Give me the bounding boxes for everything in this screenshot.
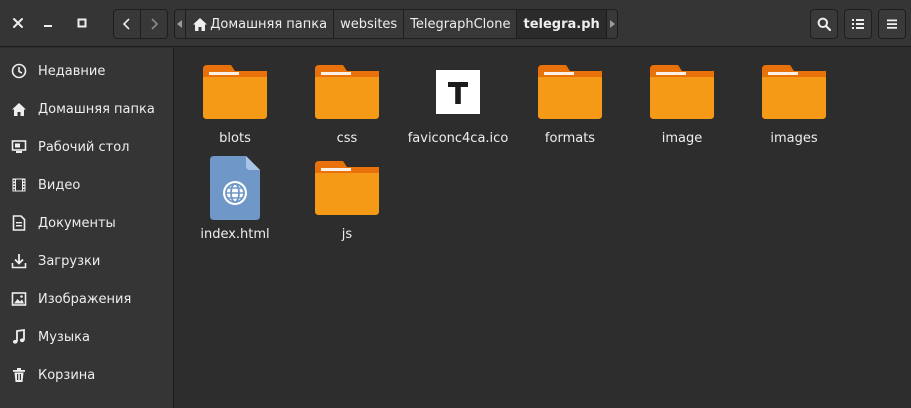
- crumb-label: telegra.ph: [523, 16, 600, 32]
- sidebar-item-label: Загрузки: [38, 253, 101, 269]
- sidebar-item-label: Домашняя папка: [38, 101, 155, 117]
- file-name: blots: [219, 131, 251, 146]
- crumb-home[interactable]: Домашняя папка: [185, 10, 333, 38]
- path-scroll-left-button[interactable]: [175, 10, 185, 38]
- folder-icon: [315, 60, 379, 124]
- sidebar-item-desktop[interactable]: Рабочий стол: [0, 128, 173, 166]
- crumb-telegraphclone[interactable]: TelegraphClone: [403, 10, 516, 38]
- crumb-current[interactable]: telegra.ph: [516, 10, 607, 38]
- file-name: css: [336, 131, 358, 146]
- folder-icon: [762, 60, 826, 124]
- navigation-buttons: [113, 9, 168, 39]
- sidebar-item-music[interactable]: Музыка: [0, 318, 173, 356]
- file-name: images: [770, 131, 818, 146]
- file-name: image: [661, 131, 703, 146]
- video-icon: [0, 177, 38, 193]
- file-name: formats: [544, 131, 596, 146]
- search-icon: [817, 17, 831, 31]
- folder-icon: [538, 60, 602, 124]
- triangle-right-icon: [609, 20, 615, 28]
- maximize-button[interactable]: [69, 10, 95, 36]
- documents-icon: [0, 215, 38, 231]
- minimize-button[interactable]: [35, 10, 61, 36]
- sidebar-item-label: Корзина: [38, 367, 96, 383]
- maximize-icon: [77, 18, 87, 28]
- pictures-icon: [0, 291, 38, 307]
- file-item-images[interactable]: images: [735, 60, 853, 156]
- file-name: faviconc4ca.ico: [407, 131, 509, 146]
- trash-icon: [0, 367, 38, 383]
- menu-button[interactable]: [878, 9, 906, 39]
- file-item-js[interactable]: js: [288, 156, 406, 252]
- folder-icon: [203, 60, 267, 124]
- hamburger-menu-icon: [887, 19, 897, 29]
- sidebar-item-pictures[interactable]: Изображения: [0, 280, 173, 318]
- chevron-right-icon: [151, 18, 159, 30]
- recent-icon: [0, 63, 38, 79]
- sidebar-item-downloads[interactable]: Загрузки: [0, 242, 173, 280]
- sidebar-item-recent[interactable]: Недавние: [0, 52, 173, 90]
- file-item-image[interactable]: image: [623, 60, 741, 156]
- view-list-button[interactable]: [844, 9, 872, 39]
- path-scroll-right-button[interactable]: [607, 10, 617, 38]
- sidebar-item-label: Недавние: [38, 63, 106, 79]
- file-name: index.html: [200, 227, 270, 242]
- forward-button[interactable]: [140, 10, 167, 38]
- sidebar-item-label: Изображения: [38, 291, 132, 307]
- telegraph-t-icon: [426, 60, 490, 124]
- crumb-label: TelegraphClone: [410, 16, 511, 32]
- minimize-icon: [44, 25, 52, 27]
- sidebar-item-video[interactable]: Видео: [0, 166, 173, 204]
- sidebar-item-home[interactable]: Домашняя папка: [0, 90, 173, 128]
- home-icon: [0, 102, 38, 117]
- html-document-icon: [203, 156, 267, 220]
- sidebar-item-trash[interactable]: Корзина: [0, 356, 173, 394]
- list-view-icon: [852, 19, 864, 29]
- sidebar-item-documents[interactable]: Документы: [0, 204, 173, 242]
- chevron-left-icon: [122, 18, 130, 30]
- sidebar: Недавние Домашняя папка Рабочий стол Вид…: [0, 48, 174, 408]
- home-icon: [193, 17, 208, 31]
- file-item-favicon[interactable]: faviconc4ca.ico: [399, 60, 517, 156]
- triangle-left-icon: [177, 20, 183, 28]
- file-item-index-html[interactable]: index.html: [176, 156, 294, 252]
- close-button[interactable]: [5, 10, 31, 36]
- music-icon: [0, 329, 38, 345]
- file-item-formats[interactable]: formats: [511, 60, 629, 156]
- file-grid: blots css faviconc4ca.ico formats image …: [175, 48, 911, 408]
- sidebar-item-label: Документы: [38, 215, 116, 231]
- crumb-label: websites: [340, 16, 398, 32]
- file-item-blots[interactable]: blots: [176, 60, 294, 156]
- close-icon: [13, 18, 23, 28]
- file-name: js: [341, 227, 353, 242]
- sidebar-item-label: Музыка: [38, 329, 90, 345]
- path-bar: Домашняя папка websites TelegraphClone t…: [174, 9, 618, 39]
- desktop-icon: [0, 139, 38, 155]
- downloads-icon: [0, 253, 38, 269]
- folder-icon: [315, 156, 379, 220]
- header-bar: Домашняя папка websites TelegraphClone t…: [0, 0, 911, 47]
- sidebar-item-label: Рабочий стол: [38, 139, 130, 155]
- folder-icon: [650, 60, 714, 124]
- search-button[interactable]: [810, 9, 838, 39]
- back-button[interactable]: [114, 10, 140, 38]
- file-item-css[interactable]: css: [288, 60, 406, 156]
- sidebar-item-label: Видео: [38, 177, 81, 193]
- crumb-label: Домашняя папка: [210, 16, 328, 32]
- crumb-websites[interactable]: websites: [333, 10, 403, 38]
